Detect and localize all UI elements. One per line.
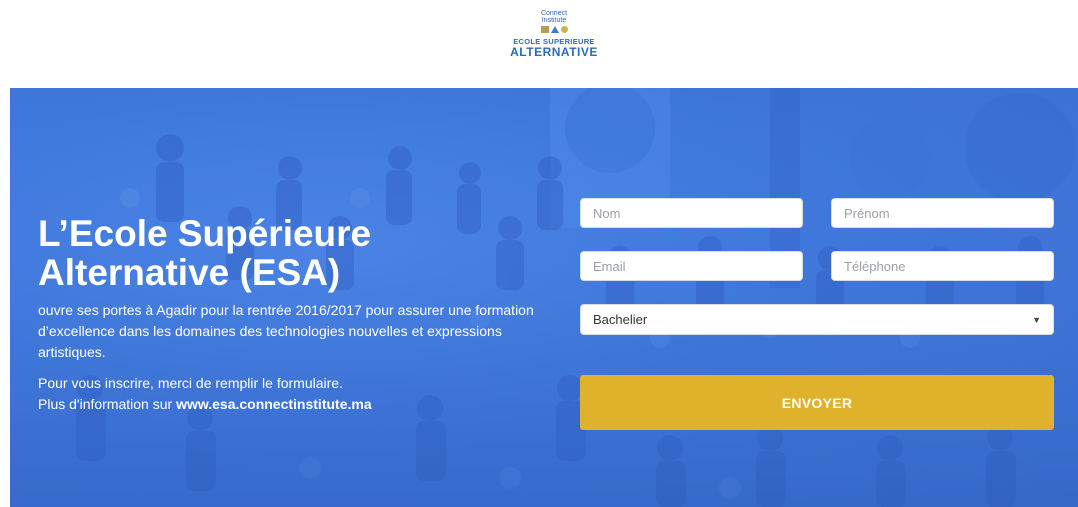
prenom-input[interactable]	[831, 198, 1054, 228]
hero-cta-text: Pour vous inscrire, merci de remplir le …	[38, 373, 548, 415]
logo-institute-text: Institute	[541, 17, 567, 24]
logo-shapes-icon	[504, 26, 604, 33]
hero-cta-line1: Pour vous inscrire, merci de remplir le …	[38, 375, 343, 391]
email-input[interactable]	[580, 251, 803, 281]
hero-title-line2: Alternative (ESA)	[38, 252, 341, 293]
website-link[interactable]: www.esa.connectinstitute.ma	[176, 396, 372, 412]
level-select-value: Bachelier	[593, 312, 648, 327]
esa-logo[interactable]: Connect Institute ECOLE SUPERIEURE ALTER…	[504, 10, 604, 59]
square-icon	[540, 26, 549, 33]
chevron-down-icon: ▼	[1032, 314, 1041, 325]
level-select[interactable]: Bachelier ▼	[580, 304, 1054, 335]
hero-intro: L’Ecole Supérieure Alternative (ESA) ouv…	[38, 214, 548, 415]
logo-connect-text: Connect	[540, 10, 568, 17]
triangle-icon	[550, 26, 559, 33]
circle-icon	[560, 26, 568, 33]
nom-input[interactable]	[580, 198, 803, 228]
submit-button[interactable]: ENVOYER	[580, 375, 1054, 430]
hero-section: L’Ecole Supérieure Alternative (ESA) ouv…	[10, 88, 1078, 507]
hero-title: L’Ecole Supérieure Alternative (ESA)	[38, 214, 548, 292]
hero-description: ouvre ses portes à Agadir pour la rentré…	[38, 302, 534, 360]
telephone-input[interactable]	[831, 251, 1054, 281]
header: Connect Institute ECOLE SUPERIEURE ALTER…	[0, 0, 1078, 88]
hero-cta-prefix: Plus d'information sur	[38, 396, 177, 412]
logo-line2: ALTERNATIVE	[510, 45, 598, 59]
hero-title-line1: L’Ecole Supérieure	[38, 213, 372, 254]
